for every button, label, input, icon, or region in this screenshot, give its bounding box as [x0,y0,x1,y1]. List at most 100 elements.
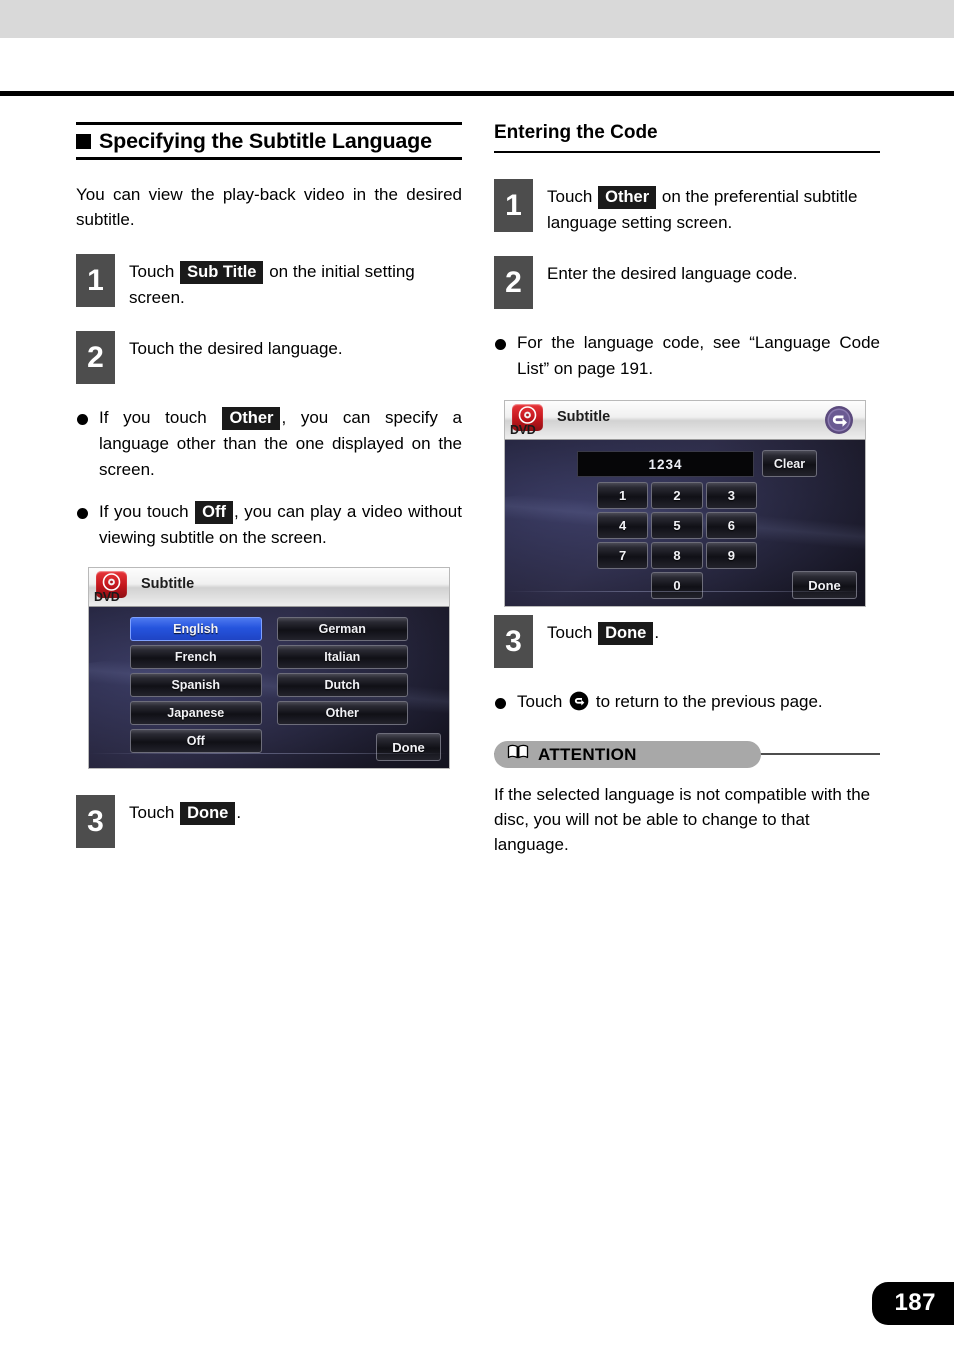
step-number-badge: 3 [494,615,533,668]
bullet-text-before: Touch [517,692,563,711]
language-button-french[interactable]: French [130,645,262,669]
step-text-after: on the preferential subtitle language se… [547,187,858,232]
step-number-badge: 1 [494,179,533,232]
clear-button[interactable]: Clear [762,450,817,477]
step-3: 3 Touch Done. [76,795,462,849]
step-2: 2 Touch the desired language. [76,331,462,385]
keypad-key-8[interactable]: 8 [651,542,703,569]
left-column: Specifying the Subtitle Language You can… [76,122,462,869]
device-title: Subtitle [141,576,195,592]
bullet-language-code: For the language code, see “Language Cod… [494,330,880,382]
keypad-key-3[interactable]: 3 [705,482,757,509]
step-2: 2 Enter the desired language code. [494,256,880,310]
step-number-badge: 2 [76,331,115,384]
step-text-after: . [654,623,660,642]
language-button-other[interactable]: Other [276,701,408,725]
keypad-key-9[interactable]: 9 [705,542,757,569]
round-bullet-icon [77,508,88,519]
code-display-field[interactable]: 1234 [577,451,754,477]
step-number-badge: 3 [76,795,115,848]
keypad-key-1[interactable]: 1 [597,482,649,509]
dvd-label: DVD [510,423,536,437]
language-code-keypad-screenshot: DVD Subtitle 1234 Clear 1 2 3 4 5 6 7 8 … [504,400,866,607]
subtitle-language-screenshot: DVD Subtitle English German French Itali… [88,567,450,769]
keypad-key-6[interactable]: 6 [705,512,757,539]
back-arrow-glyph [825,406,853,434]
step-1: 1 Touch Other on the preferential subtit… [494,179,880,236]
step-text-after: . [236,803,242,822]
device-title: Subtitle [557,409,611,425]
language-button-grid: English German French Italian Spanish Du… [130,617,408,753]
back-arrow-glyph [569,691,589,711]
bullet-text-after: to return to the previous page. [595,692,823,711]
attention-pill: ATTENTION [494,741,761,768]
keypad-key-5[interactable]: 5 [651,512,703,539]
step-text-before: Touch [547,623,593,642]
page-header-rule [0,91,954,96]
bullet-text: For the language code, see “Language Cod… [517,333,880,378]
step-text: Touch Other on the preferential subtitle… [547,179,880,236]
page-number: 187 [872,1282,954,1325]
keypad-key-4[interactable]: 4 [597,512,649,539]
device-header: DVD Subtitle [505,401,865,440]
step-3: 3 Touch Done. [494,615,880,669]
language-button-japanese[interactable]: Japanese [130,701,262,725]
step-1: 1 Touch Sub Title on the initial setting… [76,254,462,311]
bullet-text-before: If you touch [99,408,207,427]
step-text: Touch the desired language. [129,339,343,358]
language-button-german[interactable]: German [276,617,408,641]
keypad-key-0[interactable]: 0 [651,572,703,599]
sub-title-key[interactable]: Sub Title [180,261,264,284]
open-book-icon [507,744,529,765]
step-number-badge: 1 [76,254,115,307]
section-heading-container: Specifying the Subtitle Language [76,122,462,160]
round-bullet-icon [495,339,506,350]
other-key[interactable]: Other [598,186,657,209]
section-heading-text: Specifying the Subtitle Language [99,129,432,153]
right-column: Entering the Code 1 Touch Other on the p… [494,122,880,867]
attention-body: If the selected language is not compatib… [494,785,871,854]
subsection-heading: Entering the Code [494,122,658,143]
off-key[interactable]: Off [195,501,233,524]
round-bullet-icon [77,414,88,425]
step-text: Touch Sub Title on the initial setting s… [129,254,462,311]
back-arrow-icon[interactable] [824,405,854,440]
step-number-badge: 2 [494,256,533,309]
done-key[interactable]: Done [180,802,236,825]
device-header: DVD Subtitle [89,568,449,607]
page-top-band [0,0,954,38]
language-button-spanish[interactable]: Spanish [130,673,262,697]
subsection-heading-container: Entering the Code [494,122,880,153]
device-body: 1234 Clear 1 2 3 4 5 6 7 8 9 0 Done [505,440,865,606]
language-button-off[interactable]: Off [130,729,262,753]
other-key[interactable]: Other [222,407,281,430]
done-button[interactable]: Done [792,571,857,599]
device-body: English German French Italian Spanish Du… [89,607,449,768]
step-text-before: Touch [547,187,593,206]
language-button-dutch[interactable]: Dutch [276,673,408,697]
language-button-english[interactable]: English [130,617,262,641]
done-key[interactable]: Done [598,622,654,645]
square-bullet-icon [76,134,91,149]
bullet-return-previous: Touch to return to the previous page. [494,689,880,715]
keypad-key-7[interactable]: 7 [597,542,649,569]
numeric-keypad: 1 2 3 4 5 6 7 8 9 0 [597,482,757,599]
step-text-before: Touch [129,262,175,281]
language-button-italian[interactable]: Italian [276,645,408,669]
bullet-other: If you touch Other, you can specify a la… [76,405,462,483]
step-text: Touch Done. [129,795,462,826]
section-heading: Specifying the Subtitle Language [76,129,462,154]
step-text: Enter the desired language code. [547,264,798,283]
attention-block: ATTENTION If the selected language is no… [494,741,880,857]
bullet-text-before: If you touch [99,502,189,521]
attention-label: ATTENTION [538,744,637,764]
dvd-label: DVD [94,590,120,604]
keypad-key-2[interactable]: 2 [651,482,703,509]
back-arrow-icon [569,691,589,711]
step-text: Touch Done. [547,615,880,646]
open-book-glyph [507,744,529,759]
bullet-off: If you touch Off, you can play a video w… [76,499,462,551]
step-text-before: Touch [129,803,175,822]
done-button[interactable]: Done [376,733,441,761]
intro-paragraph: You can view the play-back video in the … [76,185,462,229]
